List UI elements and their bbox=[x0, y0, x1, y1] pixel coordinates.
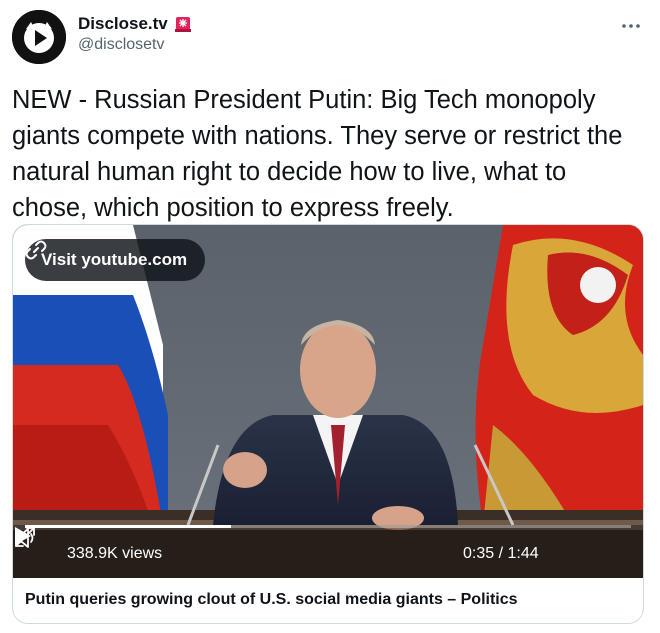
more-options-icon[interactable] bbox=[618, 16, 644, 36]
visit-link-label: Visit youtube.com bbox=[41, 250, 188, 269]
avatar[interactable] bbox=[12, 10, 66, 64]
progress-fill bbox=[25, 525, 232, 528]
view-count: 338.9K views bbox=[67, 545, 163, 562]
tweet-text: NEW - Russian President Putin: Big Tech … bbox=[12, 86, 623, 222]
video-player[interactable]: Visit youtube.com 338.9K views 0:35 / 1:… bbox=[13, 225, 643, 578]
visit-link-button[interactable]: Visit youtube.com bbox=[25, 239, 206, 281]
account-names: Disclose.tv @disclosetv bbox=[78, 14, 192, 54]
handle[interactable]: @disclosetv bbox=[78, 36, 192, 54]
tweet-header: Disclose.tv @disclosetv bbox=[12, 10, 648, 66]
siren-icon bbox=[174, 17, 191, 32]
fullscreen-icon[interactable] bbox=[13, 525, 37, 549]
disclose-logo-icon bbox=[12, 10, 66, 64]
link-icon bbox=[25, 240, 47, 260]
media-card[interactable]: Visit youtube.com 338.9K views 0:35 / 1:… bbox=[12, 224, 644, 624]
card-title-link[interactable]: Putin queries growing clout of U.S. soci… bbox=[25, 591, 518, 609]
display-name[interactable]: Disclose.tv bbox=[78, 14, 168, 34]
progress-bar[interactable] bbox=[25, 525, 631, 528]
time-display: 0:35 / 1:44 bbox=[463, 545, 539, 562]
video-controls: 338.9K views 0:35 / 1:44 bbox=[13, 525, 643, 578]
